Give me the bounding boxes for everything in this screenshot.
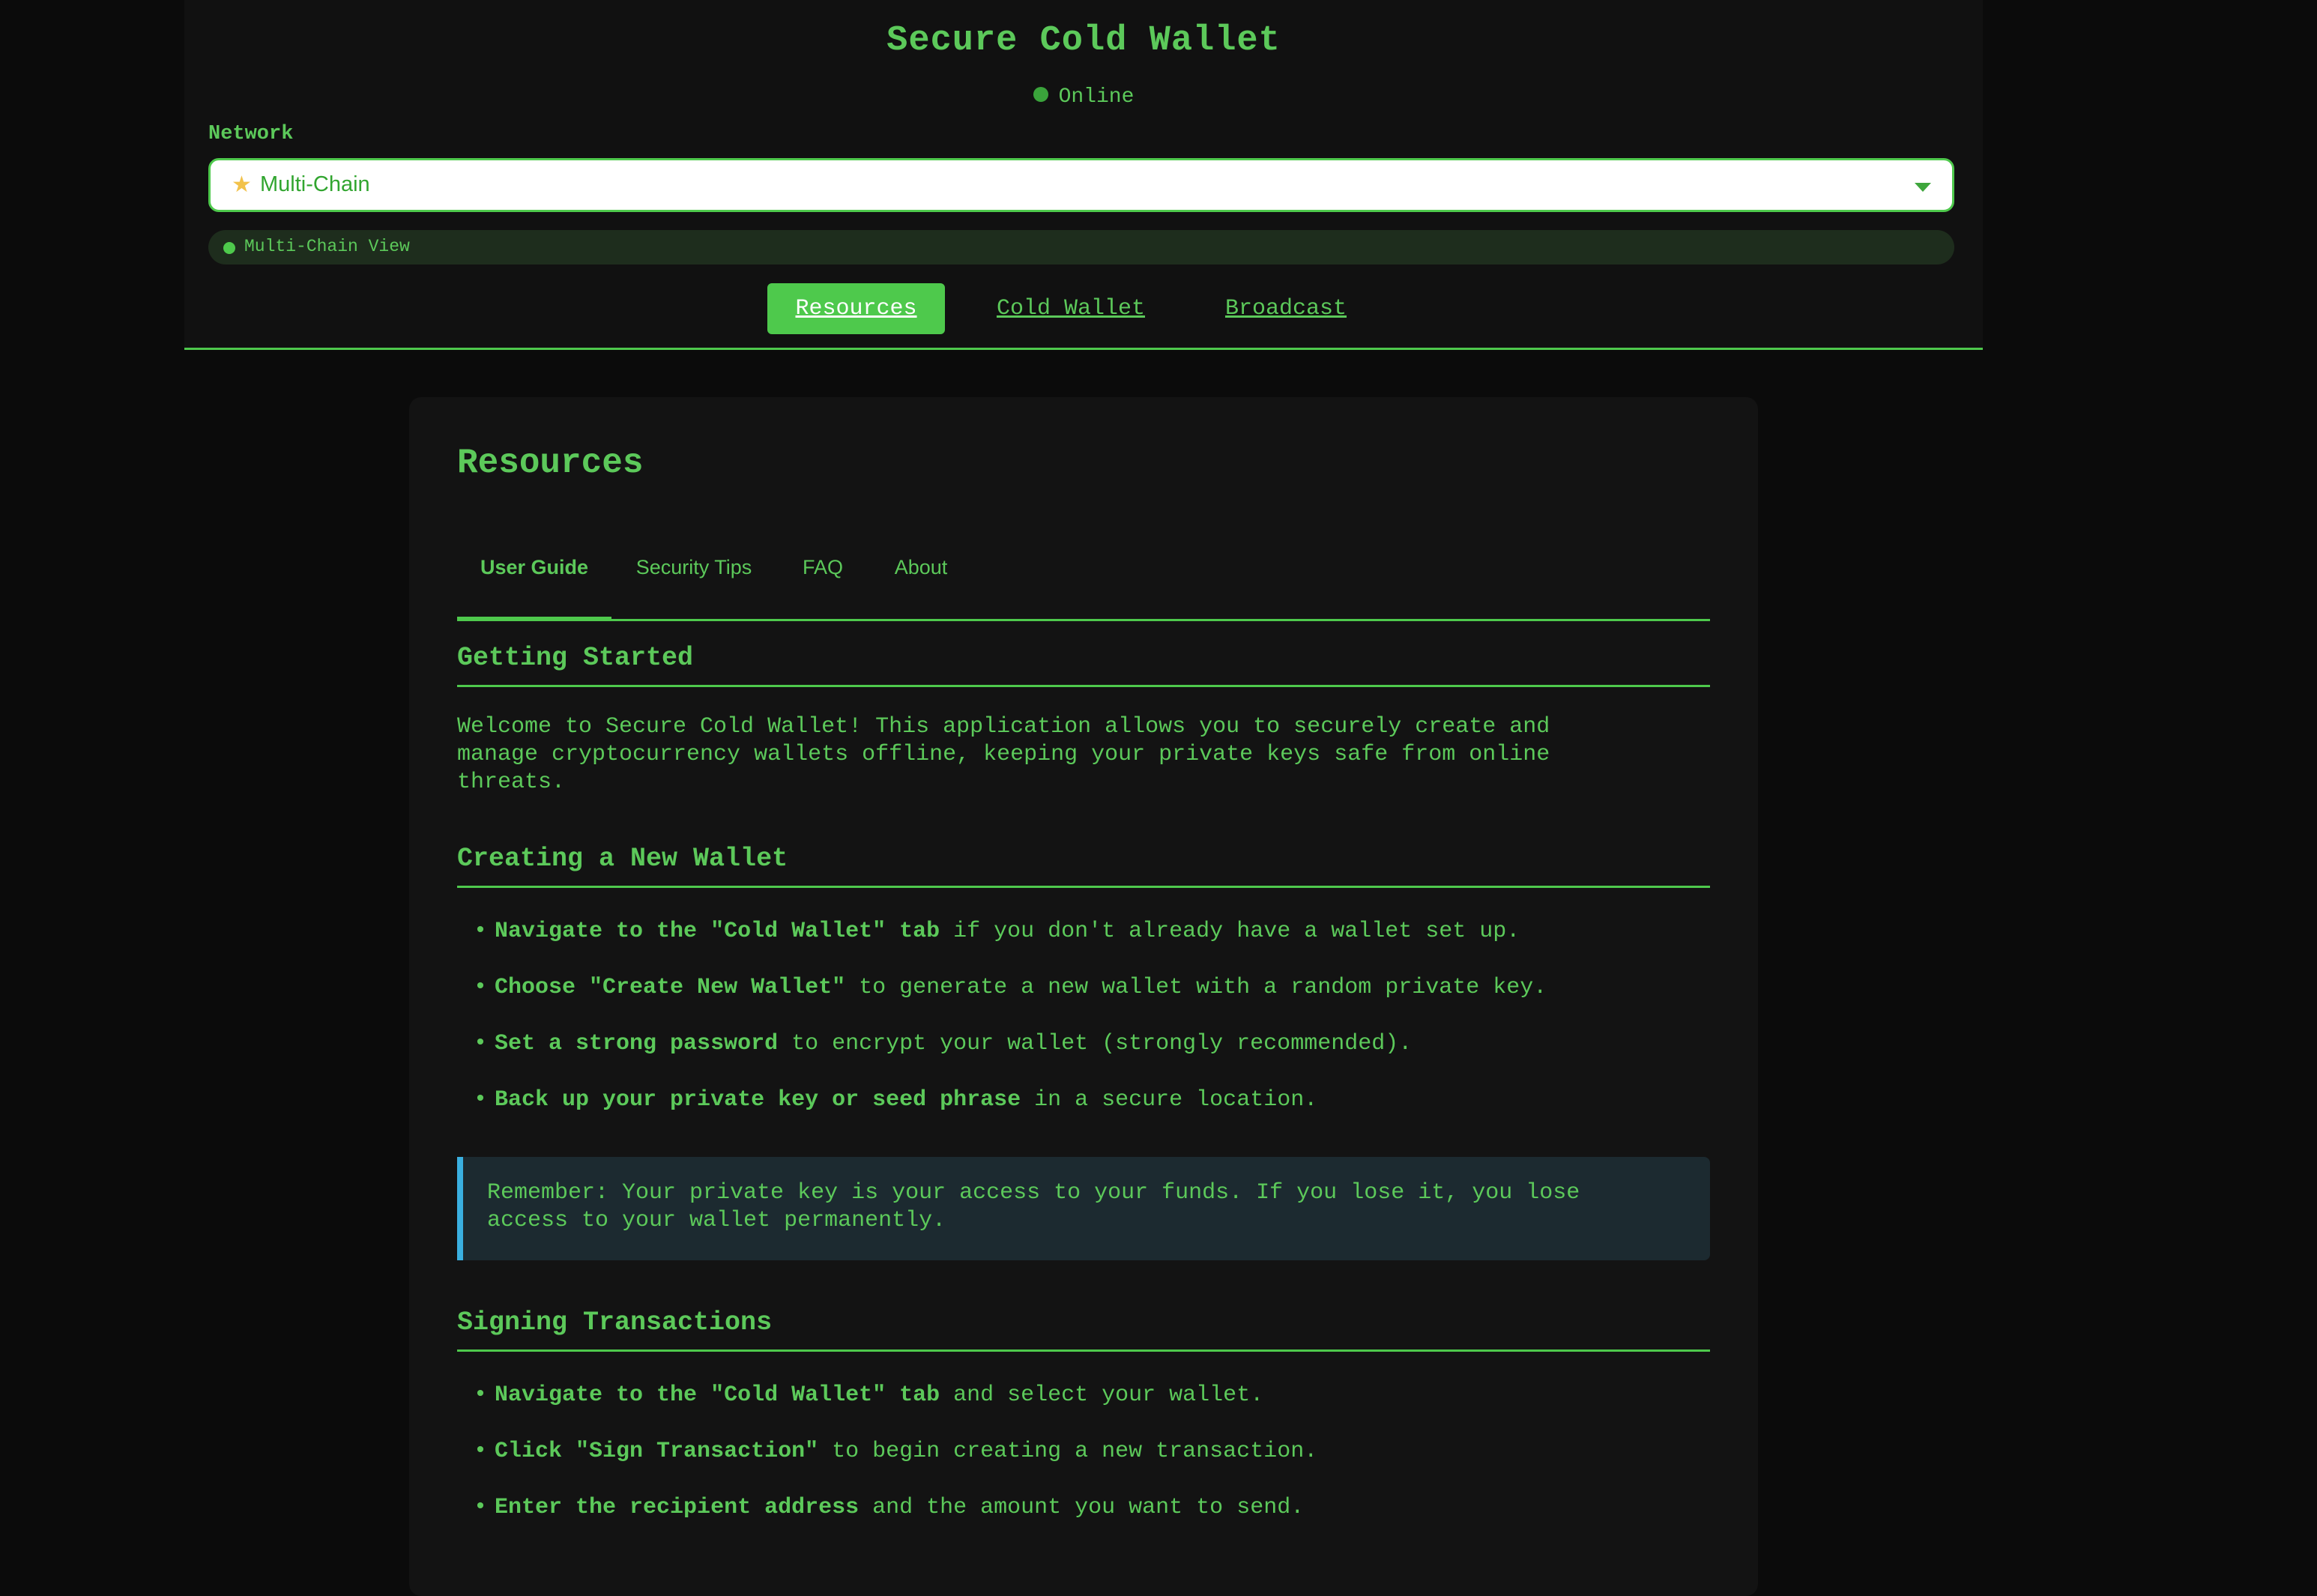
list-item-text: to generate a new wallet with a random p… xyxy=(845,975,1547,1000)
nav-broadcast[interactable]: Broadcast xyxy=(1203,283,1368,334)
network-label: Network xyxy=(208,123,294,145)
list-item: • Navigate to the "Cold Wallet" tab and s… xyxy=(474,1382,1710,1408)
list-item-text: to begin creating a new transaction. xyxy=(818,1439,1318,1464)
nav-cold-wallet[interactable]: Cold Wallet xyxy=(985,283,1157,334)
chain-view-indicator: Multi-Chain View xyxy=(208,230,1954,265)
tab-security-tips[interactable]: Security Tips xyxy=(611,520,776,619)
list-item-text: and the amount you want to send. xyxy=(859,1495,1305,1520)
text-line: manage cryptocurrency wallets offline, k… xyxy=(457,742,1550,767)
list-item-bold: Click "Sign Transaction" xyxy=(495,1439,819,1464)
section-heading-creating-wallet: Creating a New Wallet xyxy=(457,844,1710,888)
status-dot-icon xyxy=(1033,86,1048,102)
network-select-value: Multi-Chain xyxy=(260,172,370,196)
list-item-text: in a secure location. xyxy=(1021,1087,1318,1113)
list-item-text: to encrypt your wallet (strongly recomme… xyxy=(778,1031,1413,1057)
star-icon: ★ xyxy=(232,172,252,198)
list-item: • Back up your private key or seed phrase… xyxy=(474,1087,1710,1113)
chain-status-dot-icon xyxy=(223,242,235,254)
bullet-icon: • xyxy=(474,975,488,1000)
list-item-bold: Navigate to the "Cold Wallet" tab xyxy=(495,919,940,944)
bullet-icon: • xyxy=(474,1439,488,1464)
app-title: Secure Cold Wallet xyxy=(886,21,1281,61)
list-item: • Click "Sign Transaction" to begin creat… xyxy=(474,1439,1710,1464)
list-item-bold: Choose "Create New Wallet" xyxy=(495,975,846,1000)
chain-view-label: Multi-Chain View xyxy=(244,237,410,256)
list-item-text: and select your wallet. xyxy=(940,1382,1264,1408)
list-item-bold: Navigate to the "Cold Wallet" tab xyxy=(495,1382,940,1408)
tab-user-guide[interactable]: User Guide xyxy=(457,520,611,621)
reminder-note: Remember: Your private key is your acces… xyxy=(457,1157,1710,1260)
resources-tabs: User Guide Security Tips FAQ About xyxy=(457,520,1710,621)
list-item: • Navigate to the "Cold Wallet" tab if yo… xyxy=(474,919,1710,944)
getting-started-text: Welcome to Secure Cold Wallet! This appl… xyxy=(457,713,1710,797)
chevron-down-icon xyxy=(1915,183,1931,192)
bullet-icon: • xyxy=(474,1382,488,1408)
tab-faq[interactable]: FAQ xyxy=(776,520,869,619)
list-item-bold: Enter the recipient address xyxy=(495,1495,860,1520)
bullet-icon: • xyxy=(474,1087,488,1113)
text-line: Welcome to Secure Cold Wallet! This appl… xyxy=(457,714,1550,740)
list-item: • Choose "Create New Wallet" to generate … xyxy=(474,975,1710,1000)
note-line: access to your wallet permanently. xyxy=(487,1208,946,1233)
list-item-bold: Set a strong password xyxy=(495,1031,779,1057)
list-item-bold: Back up your private key or seed phrase xyxy=(495,1087,1021,1113)
page-title: Resources xyxy=(457,444,644,483)
status-text: Online xyxy=(1058,85,1135,109)
bullet-icon: • xyxy=(474,1031,488,1057)
text-line: threats. xyxy=(457,770,566,795)
list-item-text: if you don't already have a wallet set u… xyxy=(940,919,1520,944)
network-select[interactable]: ★ Multi-Chain xyxy=(208,158,1954,212)
section-heading-getting-started: Getting Started xyxy=(457,643,1710,687)
note-line: Remember: Your private key is your acces… xyxy=(487,1180,1580,1206)
bullet-icon: • xyxy=(474,919,488,944)
resources-card: Resources User Guide Security Tips FAQ A… xyxy=(409,397,1758,1596)
app-header: Secure Cold Wallet Online Network ★ Mult… xyxy=(184,0,1983,350)
tab-about[interactable]: About xyxy=(869,520,973,619)
nav-resources[interactable]: Resources xyxy=(767,283,945,334)
list-item: • Enter the recipient address and the amo… xyxy=(474,1495,1710,1520)
list-item: • Set a strong password to encrypt your w… xyxy=(474,1031,1710,1057)
section-heading-signing: Signing Transactions xyxy=(457,1308,1710,1352)
connection-status: Online xyxy=(184,85,1983,109)
bullet-icon: • xyxy=(474,1495,488,1520)
